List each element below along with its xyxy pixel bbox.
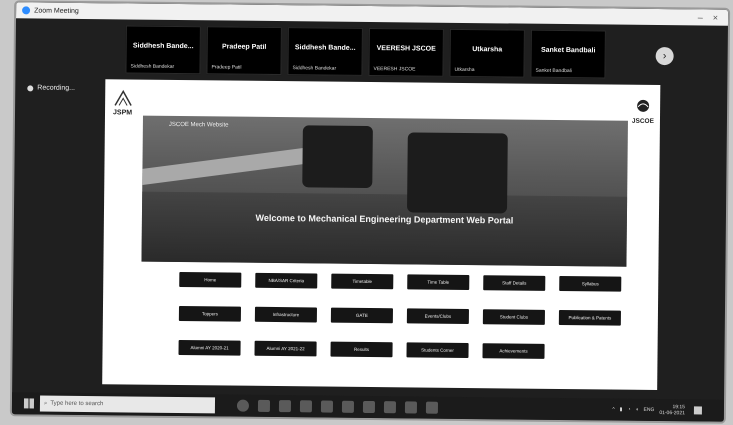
app-icon[interactable] xyxy=(425,401,439,414)
nav-button-timetable[interactable]: Timetable xyxy=(331,273,394,290)
zoom-logo-icon xyxy=(22,6,31,15)
jscoe-emblem-icon xyxy=(637,99,650,112)
app-icon[interactable] xyxy=(404,401,418,414)
language-indicator[interactable]: ENG xyxy=(643,407,654,413)
recording-label: Recording... xyxy=(37,84,76,92)
jscoe-logo: JSCOE xyxy=(628,99,658,127)
nav-button-alumni-2021[interactable]: Alumni AY 2021-22 xyxy=(254,340,317,357)
participant-tile[interactable]: VEERESH JSCOE VEERESH JSCOE xyxy=(368,27,444,77)
search-icon: ⌕ xyxy=(43,400,48,407)
file-explorer-icon[interactable] xyxy=(299,400,313,413)
taskbar-clock[interactable]: 19:15 01-06-2021 xyxy=(659,404,685,416)
participant-label: Siddhesh Bandekar xyxy=(130,63,175,70)
screen: Zoom Meeting – × Siddhesh Bande... Siddh… xyxy=(11,2,729,422)
system-tray: ^ ▮ ◔ ◖ ENG 19:15 01-06-2021 xyxy=(612,404,702,417)
window-titlebar: Zoom Meeting – × xyxy=(16,2,729,26)
participant-name: Siddhesh Bande... xyxy=(294,44,356,52)
nav-button-grid: Home NBA/SAR Criteria Timetable Time Tab… xyxy=(178,272,639,379)
nav-button-achievements[interactable]: Achievements xyxy=(482,343,545,359)
minimize-icon[interactable]: – xyxy=(698,12,703,22)
recording-indicator[interactable]: Recording... xyxy=(27,84,76,92)
nav-button-events-clubs[interactable]: Events/Clubs xyxy=(406,308,469,325)
hero-banner: JSCOE Mech Website Welcome to Mechanical… xyxy=(141,115,628,267)
jspm-logo: JSPM xyxy=(113,89,141,119)
participant-name: Utkarsha xyxy=(472,46,503,54)
nav-button-syllabus[interactable]: Syllabus xyxy=(559,275,622,292)
nav-row: Alumni AY 2020-21 Alumni AY 2021-22 Resu… xyxy=(178,340,638,360)
notification-icon[interactable] xyxy=(693,406,702,415)
participant-label: VEERESH JSCOE xyxy=(373,66,416,73)
nav-button-infrastructure[interactable]: Infrastructure xyxy=(254,306,317,323)
window-controls: – × xyxy=(698,12,728,22)
cortana-icon[interactable] xyxy=(236,399,250,412)
banner-header: JSCOE Mech Website xyxy=(168,121,229,129)
battery-icon[interactable]: ▮ xyxy=(620,407,623,413)
kart-image xyxy=(302,125,373,189)
participant-tile[interactable]: Siddhesh Bande... Siddhesh Bandekar xyxy=(287,27,363,76)
nav-button-students-corner[interactable]: Students Corner xyxy=(406,342,469,359)
edge-icon[interactable] xyxy=(362,400,376,414)
participant-tile[interactable]: Utkarsha Utkarsha xyxy=(449,28,525,78)
nav-button-gate[interactable]: GATE xyxy=(330,307,393,324)
participant-strip: Siddhesh Bande... Siddhesh Bandekar Prad… xyxy=(125,25,606,80)
participant-tile[interactable]: Siddhesh Bande... Siddhesh Bandekar xyxy=(125,25,201,75)
participant-label: Siddhesh Bandekar xyxy=(292,65,337,72)
jspm-logo-text: JSPM xyxy=(112,109,133,117)
taskbar: ⌕ Type here to search ^ ▮ ◔ ◖ ENG 19:15 … xyxy=(11,392,725,422)
zoom-app-icon[interactable] xyxy=(383,401,397,414)
chrome-icon[interactable] xyxy=(278,400,292,413)
clock-date: 01-06-2021 xyxy=(659,410,685,417)
nav-button-alumni-2020[interactable]: Alumni AY 2020-21 xyxy=(178,340,241,356)
nav-row: Toppers Infrastructure GATE Events/Clubs… xyxy=(178,306,639,326)
nav-button-toppers[interactable]: Toppers xyxy=(178,306,242,322)
jscoe-logo-text: JSCOE xyxy=(631,117,655,125)
participant-name: VEERESH JSCOE xyxy=(376,45,436,53)
network-icon[interactable]: ◔ xyxy=(627,407,630,413)
nav-button-home[interactable]: Home xyxy=(179,272,242,288)
volume-icon[interactable]: ◖ xyxy=(635,407,638,413)
taskbar-apps xyxy=(236,399,439,414)
close-icon[interactable]: × xyxy=(713,13,718,23)
next-participants-button[interactable]: › xyxy=(655,46,674,66)
chevron-up-icon[interactable]: ^ xyxy=(612,407,614,413)
task-view-icon[interactable] xyxy=(257,399,271,412)
nav-button-staff-details[interactable]: Staff Details xyxy=(483,275,546,291)
recording-dot-icon xyxy=(27,84,34,91)
mail-icon[interactable] xyxy=(341,400,355,413)
participant-tile[interactable]: Sanket Bandbali Sanket Bandbali xyxy=(530,29,606,79)
jspm-emblem-icon xyxy=(114,89,132,106)
participant-name: Siddhesh Bande... xyxy=(132,42,194,51)
kart-image xyxy=(406,132,508,214)
chevron-right-icon: › xyxy=(662,50,667,63)
participant-label: Utkarsha xyxy=(454,66,475,74)
participant-label: Pradeep Patil xyxy=(211,64,242,71)
taskbar-search-placeholder: Type here to search xyxy=(50,400,104,408)
windows-start-icon[interactable] xyxy=(23,398,35,409)
shared-screen: JSPM JSCOE JSCOE Mech Website Welcome to… xyxy=(102,79,661,391)
banner-track xyxy=(141,191,628,267)
participant-label: Sanket Bandbali xyxy=(535,67,572,75)
nav-button-student-clubs[interactable]: Student Clubs xyxy=(482,309,545,325)
taskbar-search[interactable]: ⌕ Type here to search xyxy=(39,395,216,414)
participant-name: Pradeep Patil xyxy=(221,43,267,51)
store-icon[interactable] xyxy=(320,400,334,413)
nav-button-results[interactable]: Results xyxy=(330,341,393,358)
nav-button-time-table[interactable]: Time Table xyxy=(407,274,470,291)
participant-tile[interactable]: Pradeep Patil Pradeep Patil xyxy=(206,26,282,76)
nav-row: Home NBA/SAR Criteria Timetable Time Tab… xyxy=(179,272,639,292)
nav-button-publications[interactable]: Publication & Patents xyxy=(558,309,621,326)
window-title: Zoom Meeting xyxy=(34,6,79,15)
participant-name: Sanket Bandbali xyxy=(540,46,596,55)
nav-button-nba-sar[interactable]: NBA/SAR Criteria xyxy=(255,272,318,289)
